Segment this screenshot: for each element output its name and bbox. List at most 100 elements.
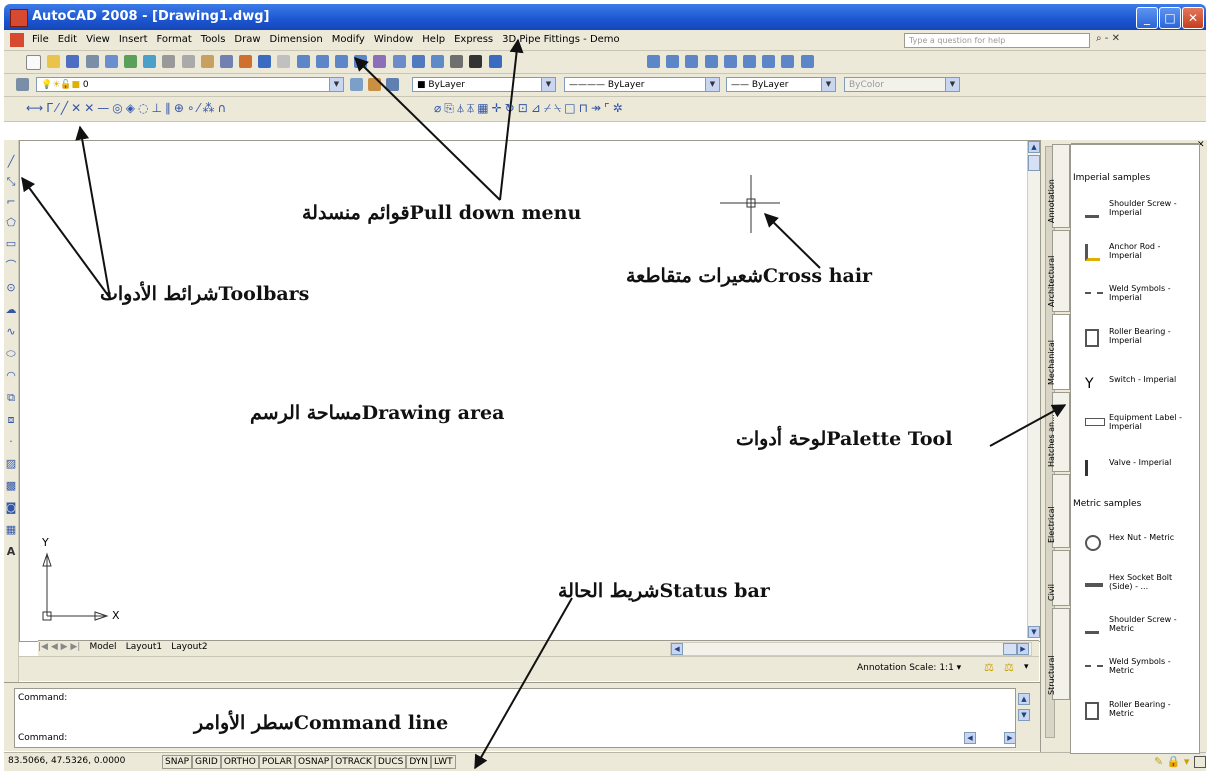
scroll-down-icon[interactable]: ▼ — [1028, 626, 1040, 638]
spline-icon[interactable]: ∿ — [5, 326, 17, 338]
plot-icon[interactable] — [85, 55, 99, 68]
menu-help[interactable]: Help — [422, 34, 445, 45]
dyn-toggle[interactable]: DYN — [406, 755, 432, 769]
document-icon[interactable] — [10, 33, 24, 47]
tab-architectural[interactable]: Architectural — [1047, 230, 1070, 312]
chevron-down-icon[interactable]: ▼ — [945, 78, 959, 91]
multiline-text-icon[interactable]: A — [5, 546, 17, 558]
open-icon[interactable] — [47, 55, 61, 68]
menu-modify[interactable]: Modify — [332, 34, 365, 45]
tool-palettes-icon[interactable] — [411, 55, 425, 68]
zoom-previous-icon[interactable] — [354, 55, 368, 68]
fillet-icon[interactable]: ⌜ — [604, 101, 613, 115]
baseline-icon[interactable]: ◌ — [138, 101, 151, 115]
scroll-up-icon[interactable]: ▲ — [1028, 141, 1040, 153]
close-button[interactable]: ✕ — [1182, 7, 1204, 29]
autocad-logo-icon[interactable] — [10, 9, 28, 27]
cmd-scroll-left-icon[interactable]: ◀ — [964, 732, 976, 744]
auto-scale-icon[interactable]: ⚖ — [1004, 661, 1014, 674]
radius-icon[interactable]: ✕ — [71, 101, 84, 115]
document-window-controls[interactable]: ⌕ - ✕ — [1096, 33, 1120, 44]
search-icon[interactable]: ⌕ — [1096, 33, 1102, 44]
table-icon[interactable]: ▦ — [5, 524, 17, 536]
join-icon[interactable]: ⊓ — [579, 101, 591, 115]
stretch-icon[interactable]: ⊿ — [531, 101, 544, 115]
clean-screen-icon[interactable] — [1194, 756, 1206, 768]
plotstyle-dropdown[interactable]: ByColor ▼ — [844, 77, 960, 92]
tab-civil[interactable]: Civil — [1047, 550, 1070, 606]
zoom-extents-icon[interactable] — [800, 55, 814, 68]
ortho-toggle[interactable]: ORTHO — [220, 755, 259, 769]
arc-icon[interactable]: ⌒ — [5, 260, 17, 272]
vertical-scrollbar[interactable]: ▲ ▼ — [1027, 141, 1040, 638]
diameter-icon[interactable]: ✕ — [84, 101, 97, 115]
calculator-icon[interactable] — [469, 55, 483, 68]
menu-format[interactable]: Format — [157, 34, 192, 45]
new-icon[interactable] — [26, 55, 41, 70]
break-icon[interactable]: □ — [564, 101, 578, 115]
circle-icon[interactable]: ⊙ — [5, 282, 17, 294]
chevron-down-icon[interactable]: ▾ — [1024, 662, 1029, 672]
scroll-right-icon[interactable]: ▶ — [1017, 643, 1029, 655]
tab-nav-arrows-icon[interactable]: |◀ ◀ ▶ ▶| — [38, 642, 80, 652]
quick-dim-icon[interactable]: ◈ — [126, 101, 138, 115]
cmd-scroll-down-icon[interactable]: ▼ — [1018, 709, 1030, 721]
tab-structural[interactable]: Structural — [1047, 608, 1070, 700]
scale-icon[interactable]: ⊡ — [518, 101, 531, 115]
cut-icon[interactable] — [162, 55, 176, 68]
region-icon[interactable]: ◙ — [5, 502, 17, 514]
layer-dropdown[interactable]: 💡☀🔓■ 0 ▼ — [36, 77, 344, 92]
markup-icon[interactable] — [450, 55, 464, 68]
insert-block-icon[interactable]: ⧉ — [5, 392, 17, 404]
continue-icon[interactable]: ⊥ — [151, 101, 164, 115]
array-icon[interactable]: ▦ — [477, 101, 491, 115]
zoom-in-icon[interactable] — [742, 55, 756, 68]
color-dropdown[interactable]: ■ ByLayer ▼ — [412, 77, 556, 92]
menu-insert[interactable]: Insert — [119, 34, 148, 45]
mirror-icon[interactable]: ⏃ — [457, 101, 467, 115]
dim-update-icon[interactable]: ⁂ — [203, 101, 218, 115]
scroll-left-icon[interactable]: ◀ — [671, 643, 683, 655]
ellipse-arc-icon[interactable]: ◠ — [5, 370, 17, 382]
command-history[interactable]: Command: Command: — [14, 688, 1016, 748]
zoom-out-icon[interactable] — [762, 55, 776, 68]
zoom-window-icon[interactable] — [647, 55, 660, 68]
doc-controls[interactable]: - ✕ — [1105, 33, 1120, 44]
gradient-icon[interactable]: ▩ — [5, 480, 17, 492]
scroll-thumb[interactable] — [1028, 155, 1040, 171]
chevron-down-icon[interactable]: ▼ — [329, 78, 343, 91]
minimize-button[interactable]: _ — [1136, 7, 1158, 29]
tab-layout1[interactable]: Layout1 — [126, 642, 162, 652]
polyline-icon[interactable]: ⌐ — [5, 196, 17, 208]
construction-line-icon[interactable]: ⤡ — [5, 176, 17, 188]
lineweight-dropdown[interactable]: —— ByLayer ▼ — [726, 77, 836, 92]
offset-icon[interactable]: ⏄ — [467, 101, 477, 115]
menu-view[interactable]: View — [86, 34, 110, 45]
plot-preview-icon[interactable] — [104, 55, 118, 68]
zoom-all-icon[interactable] — [781, 55, 795, 68]
layer-manager-icon[interactable] — [16, 78, 29, 91]
undo-icon[interactable] — [258, 55, 272, 68]
revision-cloud-icon[interactable]: ☁ — [5, 304, 17, 316]
explode-icon[interactable]: ✲ — [613, 101, 626, 115]
coordinate-readout[interactable]: 83.5066, 47.5326, 0.0000 — [8, 756, 125, 766]
zoom-dynamic-icon[interactable] — [666, 55, 680, 68]
3dwf-icon[interactable] — [143, 55, 157, 68]
tab-hatches[interactable]: Hatches an... — [1047, 392, 1070, 472]
center-mark-icon[interactable]: ∘ — [187, 101, 198, 115]
tab-mechanical[interactable]: Mechanical — [1047, 314, 1070, 390]
menu-window[interactable]: Window — [374, 34, 413, 45]
menu-express[interactable]: Express — [454, 34, 493, 45]
dim-style-icon[interactable]: ∩ — [218, 101, 230, 115]
jogged-icon[interactable]: — — [97, 101, 112, 115]
save-icon[interactable] — [66, 55, 80, 68]
match-properties-icon[interactable] — [219, 55, 233, 68]
sheet-set-icon[interactable] — [430, 55, 444, 68]
chevron-down-icon[interactable]: ▼ — [541, 78, 555, 91]
layer-states-icon[interactable] — [386, 78, 399, 91]
zoom-object-icon[interactable] — [723, 55, 737, 68]
paste-icon[interactable] — [200, 55, 214, 68]
zoom-realtime-icon[interactable] — [315, 55, 329, 68]
lwt-toggle[interactable]: LWT — [431, 755, 456, 769]
ordinate-icon[interactable]: ╱ — [61, 101, 71, 115]
